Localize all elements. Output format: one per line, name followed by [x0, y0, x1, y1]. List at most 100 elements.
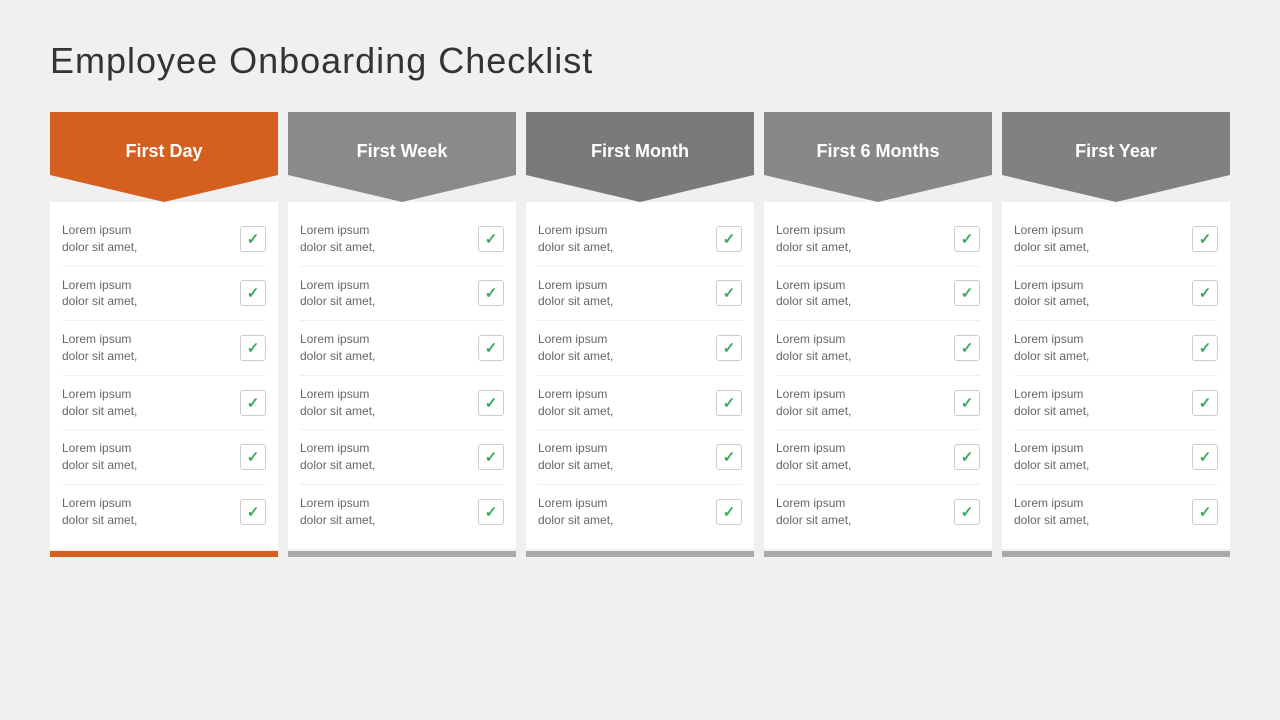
item-text: Lorem ipsumdolor sit amet, — [300, 495, 375, 529]
item-text: Lorem ipsumdolor sit amet, — [62, 331, 137, 365]
item-text: Lorem ipsumdolor sit amet, — [300, 222, 375, 256]
item-text: Lorem ipsumdolor sit amet, — [538, 495, 613, 529]
column-first-week: First WeekLorem ipsumdolor sit amet,Lore… — [288, 112, 516, 557]
item-text: Lorem ipsumdolor sit amet, — [1014, 331, 1089, 365]
item-text: Lorem ipsumdolor sit amet, — [776, 386, 851, 420]
check-icon[interactable] — [240, 499, 266, 525]
list-item: Lorem ipsumdolor sit amet, — [62, 485, 266, 539]
list-item: Lorem ipsumdolor sit amet, — [776, 267, 980, 322]
col-header-first-year: First Year — [1002, 112, 1230, 202]
check-icon[interactable] — [716, 390, 742, 416]
item-text: Lorem ipsumdolor sit amet, — [62, 277, 137, 311]
check-icon[interactable] — [954, 335, 980, 361]
check-icon[interactable] — [240, 280, 266, 306]
check-icon[interactable] — [954, 226, 980, 252]
check-icon[interactable] — [716, 444, 742, 470]
col-body-first-year: Lorem ipsumdolor sit amet, Lorem ipsumdol… — [1002, 202, 1230, 549]
check-icon[interactable] — [240, 226, 266, 252]
col-body-first-6-months: Lorem ipsumdolor sit amet, Lorem ipsumdol… — [764, 202, 992, 549]
list-item: Lorem ipsumdolor sit amet, — [538, 321, 742, 376]
list-item: Lorem ipsumdolor sit amet, — [538, 212, 742, 267]
list-item: Lorem ipsumdolor sit amet, — [776, 485, 980, 539]
item-text: Lorem ipsumdolor sit amet, — [1014, 495, 1089, 529]
list-item: Lorem ipsumdolor sit amet, — [62, 321, 266, 376]
check-icon[interactable] — [954, 499, 980, 525]
col-footer-first-year — [1002, 551, 1230, 557]
check-icon[interactable] — [240, 444, 266, 470]
list-item: Lorem ipsumdolor sit amet, — [538, 430, 742, 485]
list-item: Lorem ipsumdolor sit amet, — [300, 267, 504, 322]
check-icon[interactable] — [478, 335, 504, 361]
column-first-month: First MonthLorem ipsumdolor sit amet,Lor… — [526, 112, 754, 557]
check-icon[interactable] — [716, 335, 742, 361]
list-item: Lorem ipsumdolor sit amet, — [300, 376, 504, 431]
check-icon[interactable] — [478, 280, 504, 306]
list-item: Lorem ipsumdolor sit amet, — [538, 376, 742, 431]
check-icon[interactable] — [1192, 499, 1218, 525]
list-item: Lorem ipsumdolor sit amet, — [300, 485, 504, 539]
check-icon[interactable] — [716, 280, 742, 306]
list-item: Lorem ipsumdolor sit amet, — [300, 212, 504, 267]
list-item: Lorem ipsumdolor sit amet, — [776, 212, 980, 267]
item-text: Lorem ipsumdolor sit amet, — [776, 495, 851, 529]
item-text: Lorem ipsumdolor sit amet, — [62, 222, 137, 256]
col-footer-first-week — [288, 551, 516, 557]
col-header-first-month: First Month — [526, 112, 754, 202]
list-item: Lorem ipsumdolor sit amet, — [1014, 430, 1218, 485]
list-item: Lorem ipsumdolor sit amet, — [776, 430, 980, 485]
list-item: Lorem ipsumdolor sit amet, — [1014, 321, 1218, 376]
list-item: Lorem ipsumdolor sit amet, — [1014, 485, 1218, 539]
item-text: Lorem ipsumdolor sit amet, — [538, 440, 613, 474]
list-item: Lorem ipsumdolor sit amet, — [62, 376, 266, 431]
check-icon[interactable] — [478, 226, 504, 252]
item-text: Lorem ipsumdolor sit amet, — [300, 331, 375, 365]
item-text: Lorem ipsumdolor sit amet, — [300, 440, 375, 474]
item-text: Lorem ipsumdolor sit amet, — [62, 386, 137, 420]
check-icon[interactable] — [478, 444, 504, 470]
column-first-day: First DayLorem ipsumdolor sit amet,Lorem… — [50, 112, 278, 557]
item-text: Lorem ipsumdolor sit amet, — [1014, 277, 1089, 311]
check-icon[interactable] — [1192, 280, 1218, 306]
item-text: Lorem ipsumdolor sit amet, — [1014, 386, 1089, 420]
check-icon[interactable] — [716, 499, 742, 525]
item-text: Lorem ipsumdolor sit amet, — [300, 386, 375, 420]
col-footer-first-day — [50, 551, 278, 557]
item-text: Lorem ipsumdolor sit amet, — [538, 277, 613, 311]
list-item: Lorem ipsumdolor sit amet, — [776, 376, 980, 431]
col-header-first-6-months: First 6 Months — [764, 112, 992, 202]
list-item: Lorem ipsumdolor sit amet, — [1014, 267, 1218, 322]
check-icon[interactable] — [954, 280, 980, 306]
check-icon[interactable] — [716, 226, 742, 252]
col-body-first-week: Lorem ipsumdolor sit amet, Lorem ipsumdol… — [288, 202, 516, 549]
col-footer-first-month — [526, 551, 754, 557]
list-item: Lorem ipsumdolor sit amet, — [62, 212, 266, 267]
item-text: Lorem ipsumdolor sit amet, — [538, 331, 613, 365]
list-item: Lorem ipsumdolor sit amet, — [1014, 212, 1218, 267]
check-icon[interactable] — [1192, 335, 1218, 361]
check-icon[interactable] — [1192, 390, 1218, 416]
item-text: Lorem ipsumdolor sit amet, — [1014, 440, 1089, 474]
col-body-first-month: Lorem ipsumdolor sit amet, Lorem ipsumdol… — [526, 202, 754, 549]
check-icon[interactable] — [1192, 226, 1218, 252]
slide: Employee Onboarding Checklist First DayL… — [0, 0, 1280, 720]
list-item: Lorem ipsumdolor sit amet, — [62, 267, 266, 322]
list-item: Lorem ipsumdolor sit amet, — [538, 485, 742, 539]
list-item: Lorem ipsumdolor sit amet, — [300, 430, 504, 485]
check-icon[interactable] — [1192, 444, 1218, 470]
item-text: Lorem ipsumdolor sit amet, — [776, 440, 851, 474]
list-item: Lorem ipsumdolor sit amet, — [300, 321, 504, 376]
item-text: Lorem ipsumdolor sit amet, — [776, 331, 851, 365]
item-text: Lorem ipsumdolor sit amet, — [538, 386, 613, 420]
item-text: Lorem ipsumdolor sit amet, — [776, 222, 851, 256]
check-icon[interactable] — [240, 335, 266, 361]
list-item: Lorem ipsumdolor sit amet, — [538, 267, 742, 322]
columns-wrapper: First DayLorem ipsumdolor sit amet,Lorem… — [50, 112, 1230, 557]
check-icon[interactable] — [478, 499, 504, 525]
list-item: Lorem ipsumdolor sit amet, — [1014, 376, 1218, 431]
check-icon[interactable] — [478, 390, 504, 416]
item-text: Lorem ipsumdolor sit amet, — [1014, 222, 1089, 256]
col-body-first-day: Lorem ipsumdolor sit amet, Lorem ipsumdol… — [50, 202, 278, 549]
check-icon[interactable] — [954, 390, 980, 416]
check-icon[interactable] — [954, 444, 980, 470]
check-icon[interactable] — [240, 390, 266, 416]
